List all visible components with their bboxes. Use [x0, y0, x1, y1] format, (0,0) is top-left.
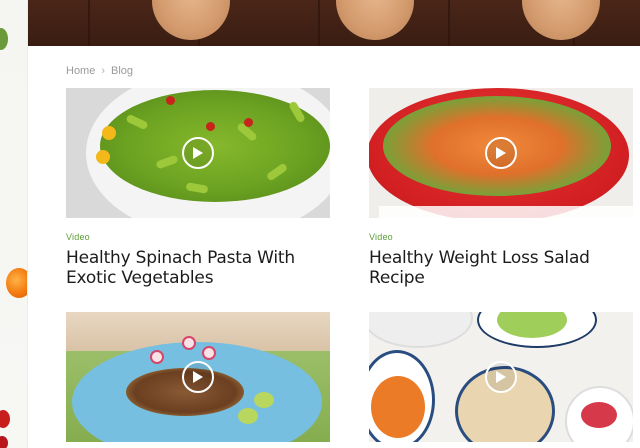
berry-decoration	[0, 410, 10, 428]
play-icon	[496, 371, 506, 383]
wooden-spoon-image	[522, 0, 600, 40]
play-button[interactable]	[485, 361, 517, 393]
play-icon	[496, 147, 506, 159]
tomato-decoration	[6, 268, 27, 298]
leaf-decoration	[0, 28, 8, 50]
post-title[interactable]: Healthy Spinach Pasta With Exotic Vegeta…	[66, 248, 330, 288]
post-card	[369, 312, 633, 442]
wooden-spoon-image	[336, 0, 414, 40]
play-icon	[193, 371, 203, 383]
post-thumbnail[interactable]	[369, 312, 633, 442]
post-category[interactable]: Video	[369, 232, 633, 242]
post-title[interactable]: Healthy Weight Loss Salad Recipe	[369, 248, 633, 288]
breadcrumb-home-link[interactable]: Home	[66, 65, 95, 77]
wooden-spoon-image	[152, 0, 230, 40]
post-card: Video Healthy Weight Loss Salad Recipe	[369, 88, 633, 288]
post-card: Video Healthy Spinach Pasta With Exotic …	[66, 88, 330, 288]
post-thumbnail[interactable]	[66, 88, 330, 218]
play-button[interactable]	[182, 137, 214, 169]
post-card	[66, 312, 330, 442]
play-button[interactable]	[182, 361, 214, 393]
hero-banner	[28, 0, 640, 46]
post-thumbnail[interactable]	[66, 312, 330, 442]
berry-decoration	[0, 436, 8, 448]
breadcrumb: Home › Blog	[66, 65, 133, 77]
breadcrumb-separator: ›	[101, 65, 106, 77]
post-category[interactable]: Video	[66, 232, 330, 242]
post-thumbnail[interactable]	[369, 88, 633, 218]
left-decoration	[0, 0, 28, 448]
play-button[interactable]	[485, 137, 517, 169]
breadcrumb-current: Blog	[111, 65, 134, 77]
play-icon	[193, 147, 203, 159]
